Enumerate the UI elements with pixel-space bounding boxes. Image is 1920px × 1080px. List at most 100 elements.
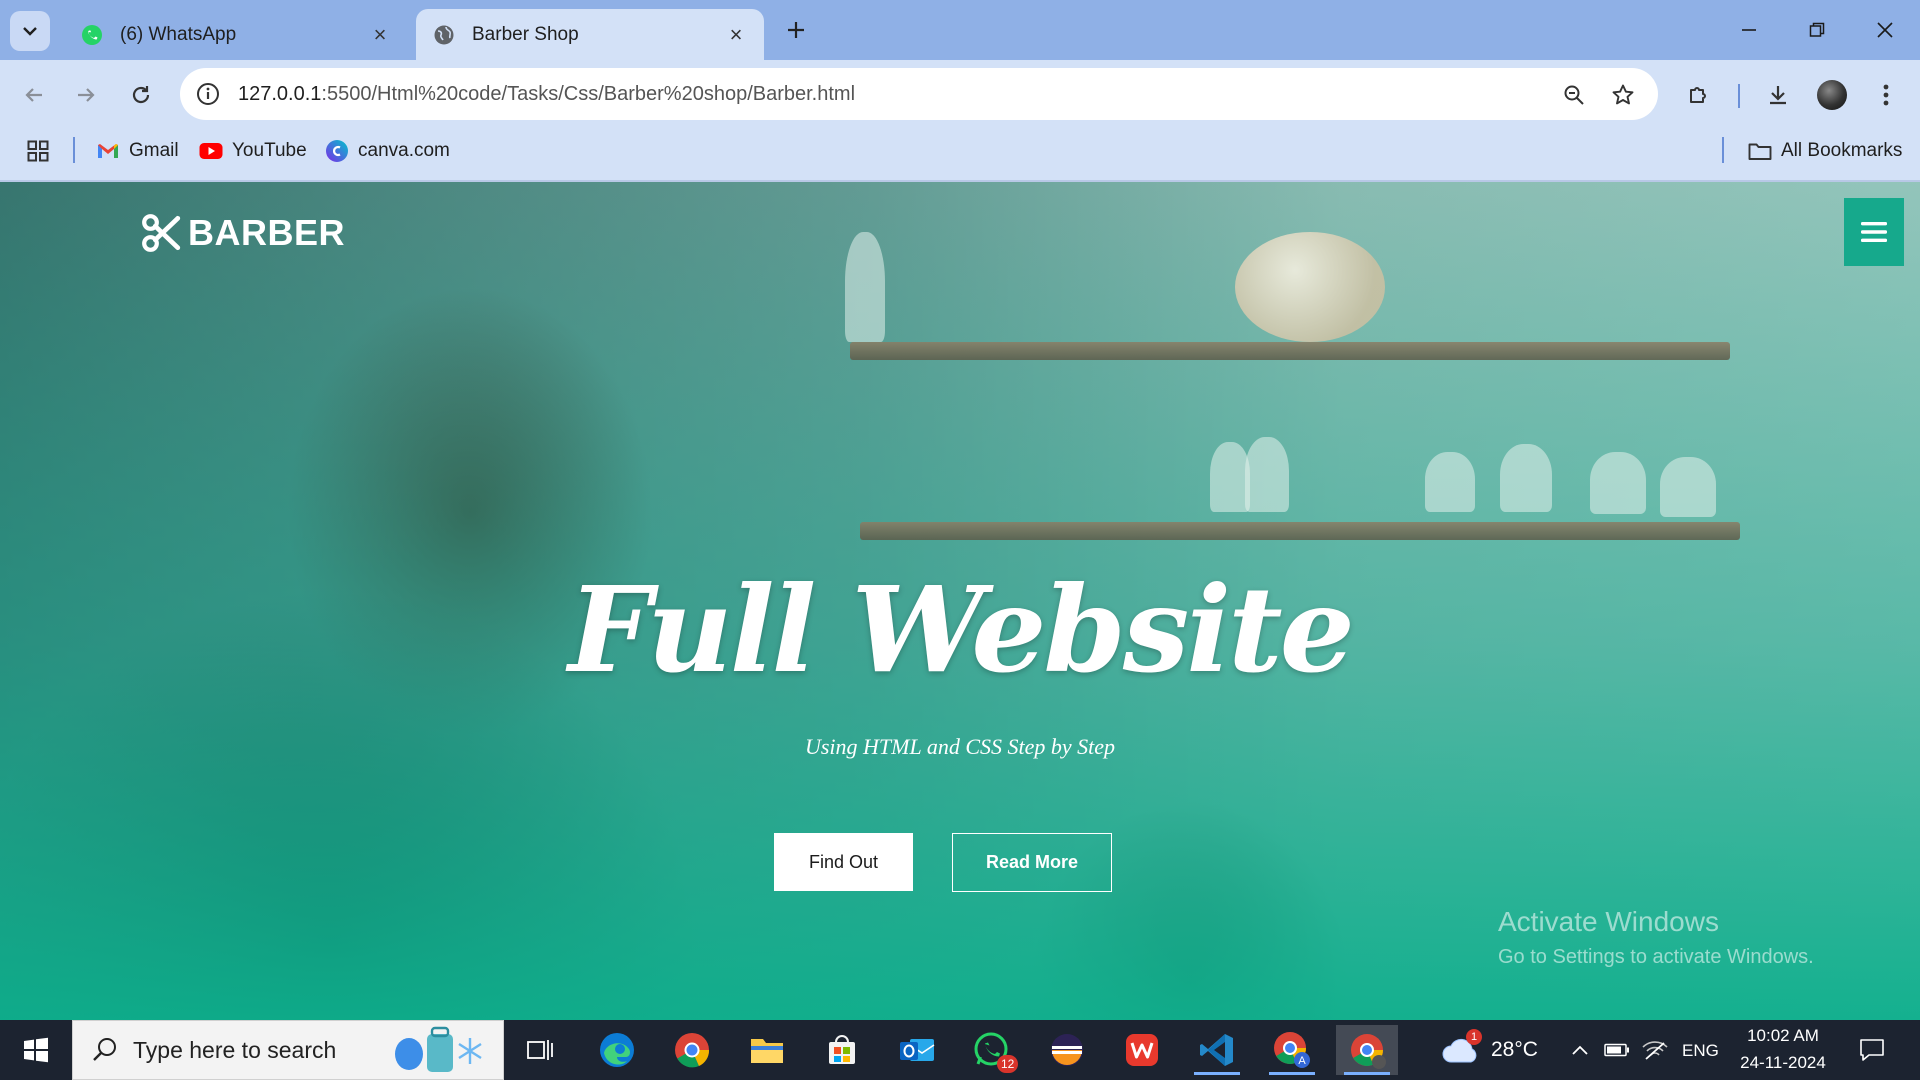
vscode-icon	[1200, 1034, 1233, 1066]
address-bar[interactable]: 127.0.0.1:5500/Html%20code/Tasks/Css/Bar…	[180, 68, 1658, 120]
background-jar	[1235, 232, 1385, 342]
downloads-button[interactable]	[1758, 75, 1798, 115]
bookmark-separator	[1722, 137, 1724, 163]
bookmark-star-button[interactable]	[1603, 75, 1643, 115]
more-vertical-icon	[1883, 84, 1889, 106]
youtube-icon	[199, 139, 223, 163]
scissors-icon	[142, 214, 181, 252]
site-logo[interactable]: BARBER	[140, 212, 345, 254]
clock-date[interactable]: 24-11-2024	[1735, 1053, 1831, 1073]
reload-icon	[132, 86, 150, 104]
chrome-icon	[675, 1033, 710, 1068]
extensions-button[interactable]	[1679, 75, 1719, 115]
background-shelf	[860, 522, 1740, 540]
find-out-button[interactable]: Find Out	[774, 833, 913, 891]
wifi-off-icon	[1642, 1041, 1668, 1060]
site-info-icon[interactable]	[190, 76, 226, 112]
windows-icon	[24, 1037, 48, 1063]
toolbar-separator	[1738, 84, 1740, 108]
battery-icon	[1604, 1043, 1629, 1057]
tab-whatsapp[interactable]: (6) WhatsApp ×	[64, 9, 408, 60]
tab-title: Barber Shop	[472, 23, 579, 45]
activate-windows-watermark: Activate Windows Go to Settings to activ…	[1498, 906, 1814, 969]
whatsapp-icon	[80, 23, 104, 47]
start-button[interactable]	[0, 1020, 72, 1080]
chevron-up-icon	[1572, 1045, 1588, 1055]
arrow-right-icon	[78, 88, 95, 102]
apps-button[interactable]	[26, 136, 59, 166]
taskbar-store[interactable]	[811, 1025, 873, 1075]
arrow-left-icon	[25, 88, 42, 102]
zoom-button[interactable]	[1554, 75, 1594, 115]
read-more-button[interactable]: Read More	[952, 833, 1112, 892]
watermark-subtitle: Go to Settings to activate Windows.	[1498, 946, 1814, 968]
taskbar-chrome-profile[interactable]: A	[1261, 1025, 1323, 1075]
eclipse-icon	[1051, 1034, 1083, 1066]
taskbar-vscode[interactable]	[1186, 1025, 1248, 1075]
bookmark-label: Gmail	[129, 140, 179, 161]
chevron-down-icon	[23, 27, 37, 36]
bookmark-separator	[73, 137, 75, 163]
edge-icon	[600, 1033, 634, 1067]
all-bookmarks-button[interactable]: All Bookmarks	[1748, 136, 1902, 166]
weather-temperature[interactable]: 28°C	[1491, 1038, 1538, 1062]
taskbar-file-explorer[interactable]	[736, 1025, 798, 1075]
close-icon[interactable]: ×	[724, 22, 748, 47]
taskbar-edge[interactable]	[586, 1025, 648, 1075]
taskbar-chrome[interactable]	[661, 1025, 723, 1075]
new-tab-button[interactable]	[778, 12, 814, 48]
weather-widget[interactable]: 1	[1436, 1025, 1486, 1075]
close-window-button[interactable]	[1851, 0, 1919, 60]
profile-avatar[interactable]	[1817, 80, 1847, 110]
bookmark-youtube[interactable]: YouTube	[199, 136, 307, 166]
tab-barber-shop[interactable]: Barber Shop ×	[416, 9, 764, 60]
globe-icon	[432, 23, 456, 47]
taskbar-chrome-active[interactable]	[1336, 1025, 1398, 1075]
taskbar-wps-office[interactable]	[1111, 1025, 1173, 1075]
menu-toggle-button[interactable]	[1844, 198, 1904, 266]
browser-menu-button[interactable]	[1866, 75, 1906, 115]
taskbar-task-view[interactable]	[509, 1025, 571, 1075]
minimize-button[interactable]	[1715, 0, 1783, 60]
restore-button[interactable]	[1783, 0, 1851, 60]
back-button[interactable]	[14, 75, 54, 115]
close-icon[interactable]: ×	[368, 22, 392, 47]
logo-text: BARBER	[188, 212, 346, 253]
star-icon	[1612, 84, 1634, 105]
canva-icon	[325, 139, 349, 163]
background-bottle	[1210, 442, 1250, 512]
taskbar-search[interactable]: Type here to search	[72, 1020, 504, 1080]
background-bottle	[1425, 452, 1475, 512]
download-icon	[1770, 86, 1786, 105]
reload-button[interactable]	[121, 75, 161, 115]
background-shelf	[850, 342, 1730, 360]
show-hidden-icons-button[interactable]	[1565, 1025, 1595, 1075]
hero-subtitle: Using HTML and CSS Step by Step	[804, 734, 1116, 759]
bookmark-label: canva.com	[358, 140, 450, 161]
notifications-button[interactable]	[1852, 1025, 1892, 1075]
url-host: 127.0.0.1	[238, 82, 322, 105]
battery-indicator[interactable]	[1602, 1025, 1632, 1075]
gmail-icon	[96, 139, 120, 163]
forward-button[interactable]	[66, 75, 106, 115]
wps-icon	[1126, 1034, 1158, 1066]
tab-search-button[interactable]	[10, 11, 50, 51]
bookmark-gmail[interactable]: Gmail	[96, 136, 179, 166]
background-bottle	[1500, 444, 1552, 512]
taskbar-eclipse[interactable]	[1036, 1025, 1098, 1075]
background-bottle	[1660, 457, 1716, 517]
bookmark-label: YouTube	[232, 140, 307, 161]
zoom-icon	[1564, 85, 1584, 105]
background-bottle	[1590, 452, 1646, 514]
url-text: 127.0.0.1:5500/Html%20code/Tasks/Css/Bar…	[238, 83, 855, 106]
outlook-icon	[900, 1039, 935, 1061]
url-path: :5500/Html%20code/Tasks/Css/Barber%20sho…	[321, 82, 856, 105]
clock-time[interactable]: 10:02 AM	[1745, 1026, 1821, 1046]
bookmark-canva[interactable]: canva.com	[325, 136, 450, 166]
input-language[interactable]: ENG	[1682, 1041, 1719, 1061]
taskbar-outlook[interactable]	[886, 1025, 948, 1075]
taskbar-whatsapp[interactable]: 12	[961, 1025, 1023, 1075]
plus-icon	[788, 22, 804, 38]
network-indicator[interactable]	[1639, 1025, 1671, 1075]
close-icon	[1877, 22, 1893, 38]
